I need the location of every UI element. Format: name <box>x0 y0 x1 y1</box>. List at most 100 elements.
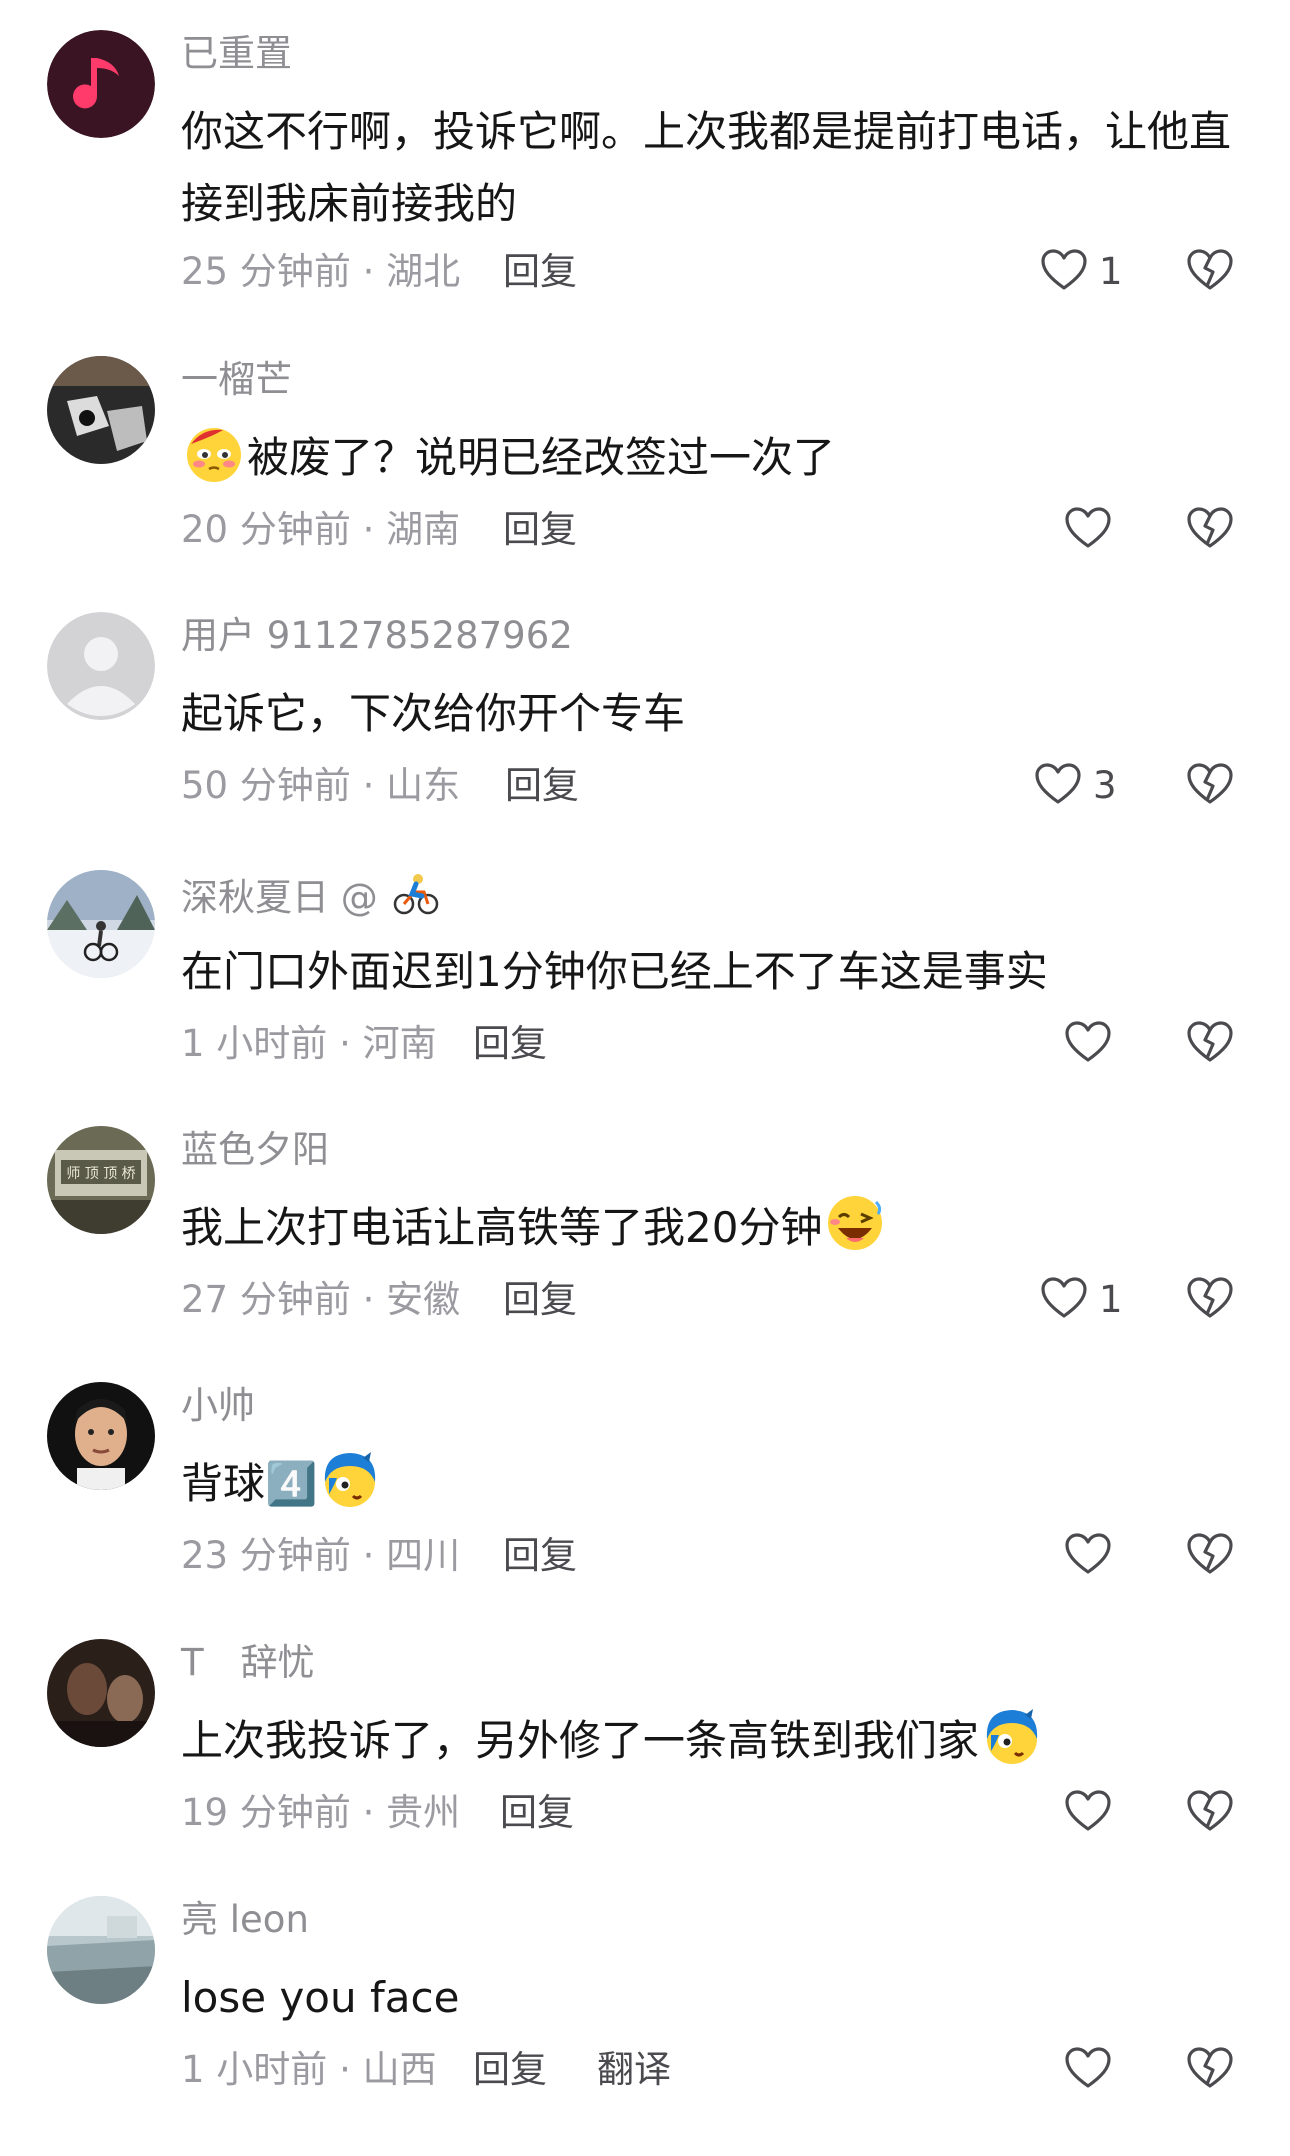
heart-outline-icon <box>1041 1277 1087 1318</box>
user-avatar[interactable] <box>47 356 155 464</box>
meta-separator: · <box>362 1278 387 1321</box>
svg-text:师 顶 顶 桥: 师 顶 顶 桥 <box>66 1166 135 1182</box>
photo-avatar <box>47 1382 155 1490</box>
comment-meta: 1 小时前 · 山西 <box>181 2046 437 2094</box>
comment-meta: 50 分钟前 · 山东 <box>181 762 460 810</box>
comment-time: 1 小时前 <box>181 2048 328 2091</box>
user-avatar[interactable] <box>47 1639 155 1747</box>
comment-location: 湖北 <box>386 250 461 293</box>
like-button[interactable] <box>1064 1016 1164 1072</box>
reply-button[interactable]: 回复 <box>473 2046 547 2094</box>
heart-outline-icon <box>1065 2047 1111 2088</box>
like-button[interactable] <box>1064 502 1164 558</box>
user-avatar[interactable] <box>47 612 155 720</box>
like-button[interactable]: 1 <box>1040 244 1140 300</box>
comment-text: 背球4️⃣ <box>181 1448 1251 1520</box>
dislike-button[interactable] <box>1184 1016 1236 1072</box>
comment-time: 1 小时前 <box>181 1022 328 1065</box>
blue-hair-face-emoji <box>319 1448 381 1510</box>
comment-username[interactable]: 一榴芒 <box>181 356 292 404</box>
comment-location: 四川 <box>386 1534 461 1577</box>
comment-text: lose you face <box>181 1973 460 2022</box>
user-avatar[interactable] <box>47 1382 155 1490</box>
comment-meta: 1 小时前 · 河南 <box>181 1020 437 1068</box>
dislike-button[interactable] <box>1184 2042 1236 2098</box>
reply-button[interactable]: 回复 <box>503 506 577 554</box>
like-count: 1 <box>1099 250 1123 293</box>
laughing-wink-emoji <box>824 1192 886 1254</box>
comment-username[interactable]: 已重置 <box>181 30 292 78</box>
meta-separator: · <box>339 2048 363 2091</box>
cyclist-emoji <box>392 870 440 918</box>
meta-separator: · <box>362 764 387 807</box>
like-button[interactable] <box>1064 2042 1164 2098</box>
broken-heart-outline-icon <box>1187 1790 1233 1831</box>
like-button[interactable]: 3 <box>1034 758 1134 814</box>
broken-heart-outline-icon <box>1187 249 1233 290</box>
broken-heart-outline-icon <box>1187 2047 1233 2088</box>
like-button[interactable] <box>1064 1528 1164 1584</box>
reply-button[interactable]: 回复 <box>473 1020 547 1068</box>
broken-heart-outline-icon <box>1187 507 1233 548</box>
heart-outline-icon <box>1065 1790 1111 1831</box>
comment-text-body: 上次我投诉了，另外修了一条高铁到我们家 <box>181 1716 980 1765</box>
comment-time: 23 分钟前 <box>181 1534 351 1577</box>
reply-button[interactable]: 回复 <box>503 1276 577 1324</box>
comment-text: 在门口外面迟到1分钟你已经上不了车这是事实 <box>181 947 1048 996</box>
username-suffix: @ <box>340 876 378 919</box>
heart-outline-icon <box>1035 763 1081 804</box>
comment-meta: 20 分钟前 · 湖南 <box>181 506 460 554</box>
like-button[interactable]: 1 <box>1040 1272 1140 1328</box>
reply-button[interactable]: 回复 <box>500 1789 574 1837</box>
user-avatar[interactable] <box>47 1896 155 2004</box>
translate-button[interactable]: 翻译 <box>597 2046 671 2094</box>
comment-username[interactable]: 用户 9112785287962 <box>181 612 573 660</box>
broken-heart-outline-icon <box>1187 763 1233 804</box>
reply-button[interactable]: 回复 <box>503 1532 577 1580</box>
user-avatar[interactable] <box>47 870 155 978</box>
comment-username[interactable]: 深秋夏日 @ <box>181 870 442 922</box>
comment-time: 27 分钟前 <box>181 1278 351 1321</box>
dislike-button[interactable] <box>1184 1528 1236 1584</box>
dislike-button[interactable] <box>1184 502 1236 558</box>
photo-avatar <box>47 870 155 978</box>
broken-heart-outline-icon <box>1187 1021 1233 1062</box>
comment-location: 山东 <box>386 764 461 807</box>
comment-username[interactable]: 蓝色夕阳 <box>181 1126 329 1174</box>
user-avatar[interactable] <box>47 30 155 138</box>
comment-meta: 19 分钟前 · 贵州 <box>181 1789 460 1837</box>
comment-username[interactable]: 小帅 <box>181 1382 255 1430</box>
comment-text-body: 我上次打电话让高铁等了我20分钟 <box>181 1203 823 1252</box>
broken-heart-outline-icon <box>1187 1533 1233 1574</box>
heart-outline-icon <box>1065 1533 1111 1574</box>
dislike-button[interactable] <box>1184 244 1236 300</box>
user-avatar[interactable]: 师 顶 顶 桥 <box>47 1126 155 1234</box>
comment-username[interactable]: T 辞忧 <box>181 1639 315 1687</box>
flushed-face-emoji <box>183 422 245 484</box>
reply-button[interactable]: 回复 <box>505 762 579 810</box>
broken-heart-outline-icon <box>1187 1277 1233 1318</box>
heart-outline-icon <box>1041 249 1087 290</box>
meta-separator: · <box>339 1022 363 1065</box>
comment-text: 上次我投诉了，另外修了一条高铁到我们家 <box>181 1705 1251 1777</box>
like-count: 1 <box>1099 1278 1123 1321</box>
meta-separator: · <box>362 1791 387 1834</box>
comment-text: 被废了？说明已经改签过一次了 <box>181 422 1251 494</box>
comment-text-body: 背球4️⃣ <box>181 1459 318 1508</box>
comment-location: 湖南 <box>386 508 461 551</box>
comment-location: 安徽 <box>386 1278 461 1321</box>
photo-avatar <box>47 356 155 464</box>
music-note-app-avatar <box>47 30 155 138</box>
dislike-button[interactable] <box>1184 1785 1236 1841</box>
dislike-button[interactable] <box>1184 1272 1236 1328</box>
dislike-button[interactable] <box>1184 758 1236 814</box>
comment-location: 贵州 <box>386 1791 461 1834</box>
like-button[interactable] <box>1064 1785 1164 1841</box>
comment-username[interactable]: 亮 leon <box>181 1896 309 1944</box>
comment-time: 20 分钟前 <box>181 508 351 551</box>
photo-avatar: 师 顶 顶 桥 <box>47 1126 155 1234</box>
comment-time: 19 分钟前 <box>181 1791 351 1834</box>
comment-text-body: 被废了？说明已经改签过一次了 <box>247 433 836 482</box>
reply-button[interactable]: 回复 <box>503 248 577 296</box>
meta-separator: · <box>362 508 387 551</box>
